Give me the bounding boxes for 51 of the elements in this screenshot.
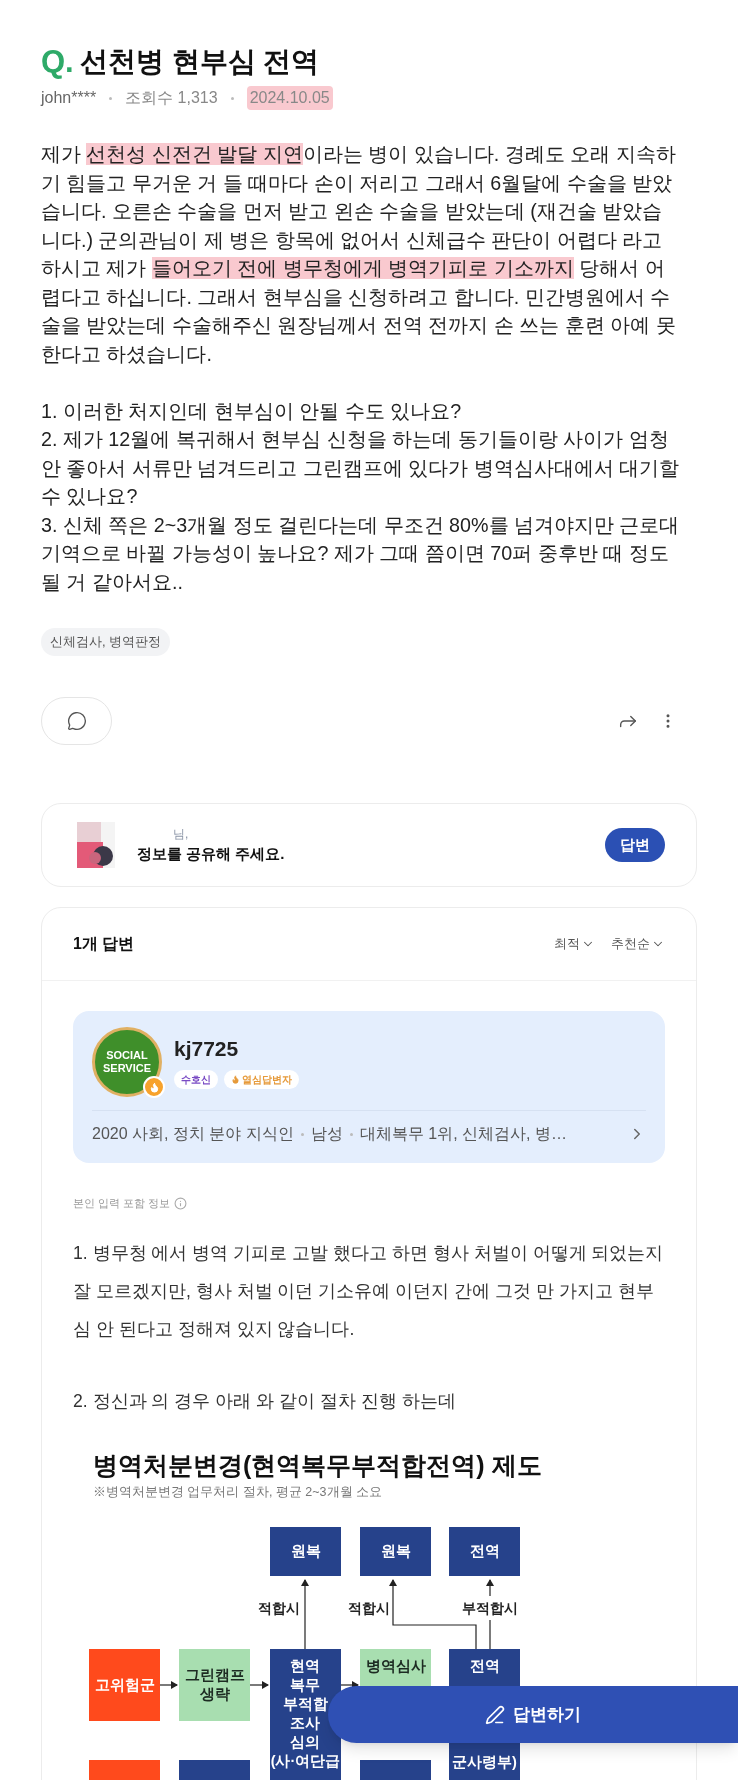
answer-paragraph: 2. 정신과 의 경우 아래 와 같이 절차 진행 하는데: [73, 1389, 457, 1413]
comment-icon: [66, 711, 87, 731]
question-item: 1. 이러한 처지인데 현부심이 안될 수도 있나요?: [41, 398, 463, 424]
sort-dropdown[interactable]: 최적: [554, 934, 595, 954]
flow-arrow: [340, 1681, 359, 1689]
flow-node: [179, 1760, 250, 1780]
profile-info: 대체복무 1위, 신체검사, 병…: [359, 1124, 567, 1144]
tag-chip[interactable]: 신체검사, 병역판정: [41, 628, 171, 656]
social-service-badge: SOCIAL SERVICE: [92, 1027, 162, 1097]
profile-info: 2020 사회, 정치 분야 지식인: [92, 1124, 294, 1144]
flow-node: [89, 1760, 160, 1780]
diagram-subtitle: ※병역처분변경 업무처리 절차, 평균 2~3개월 소요: [93, 1483, 384, 1501]
view-count: 조회수 1,313: [125, 88, 218, 108]
flow-label: 적합시: [258, 1599, 300, 1618]
question-item: 3. 신체 쪽은 2~3개월 정도 걸린다는데 무조건 80%를 넘겨야지만 근로대기역으로 바뀔 가능성이 높나요? 제가 그때 쯤이면 70퍼 중후반 때 정도 될 거 같아서요..: [41, 512, 681, 595]
flow-node: [360, 1760, 431, 1780]
profile-info: 남성: [310, 1124, 343, 1144]
answer-button[interactable]: 답변: [605, 828, 665, 862]
answer-count: 1개 답변: [73, 934, 135, 954]
flow-node: 현역 복무 부적합 조사 심의 (사·여단급: [270, 1649, 341, 1780]
fire-icon: [143, 1076, 165, 1098]
sort-dropdown[interactable]: 추천순: [611, 934, 665, 954]
answer-paragraph: 1. 병무청 에서 병역 기피로 고발 했다고 하면 형사 처벌이 어떻게 되었는지 잘 모르겠지만, 형사 처벌 이던 기소유예 이던지 간에 그것 만 가지고 현부심 안 된다고 정해져 있지 않습니다.: [73, 1241, 665, 1341]
flow-label: 적합시: [348, 1599, 390, 1618]
info-notice: 본인 입력 포함 정보: [73, 1196, 171, 1211]
flow-node: 원복: [360, 1527, 431, 1576]
question-paragraph: 제가 선천성 신전건 발달 지연 이라는 병이 있습니다. 경례도 오래 지속하기 힘들고 무거운 거 들 때마다 손이 저리고 그래서 6월달에 수술을 받았습니다. 오른손 수술을 먼저 받고 왼손 수술을 받았는데 (재건술 받았습니다.) 군의관님이 제 병은 항목에 없어서 신체급수 판단이 어렵다 라고 하시고 제가 들어오기 전에 병무청에게 병역기피로 기소까지 당해서 어렵다고 하십니다. 그래서 현부심을 신청하려고 합니다. 민간병원에서 수술을 받았는데 수술해주신 원장님께서 전역 전까지 손 쓰는 훈련 아예 못한다고 하셨습니다.: [41, 142, 677, 367]
author-name: john****: [41, 88, 97, 108]
diagram-title: 병역처분변경(현역복무부적합전역) 제도: [93, 1449, 543, 1480]
flow-node: 전역: [449, 1527, 520, 1576]
flow-node: 고위험군: [89, 1649, 160, 1721]
answerer-name: kj7725: [174, 1035, 240, 1062]
flow-arrow: [301, 1579, 309, 1650]
write-answer-button[interactable]: 답변하기: [328, 1686, 738, 1743]
user-greeting: 님,: [173, 825, 190, 843]
flow-node: 그린캠프 생략: [179, 1649, 250, 1721]
flame-icon: [231, 1074, 240, 1084]
question-item: 2. 제가 12월에 복귀해서 현부심 신청을 하는데 동기들이랑 사이가 엄청 안 좋아서 서류만 넘겨드리고 그린캠프에 있다가 병역심사대에서 대기할 수 있나요?: [41, 427, 681, 509]
question-title: 선천병 현부심 전역: [79, 45, 320, 79]
question-mark: Q.: [41, 42, 74, 81]
post-date: 2024.10.05: [246, 86, 333, 110]
flow-arrow: [249, 1681, 269, 1689]
share-message: 정보를 공유해 주세요.: [137, 843, 285, 864]
info-icon[interactable]: [174, 1196, 188, 1210]
flow-node: 원복: [270, 1527, 341, 1576]
rank-chip: 열심답변자: [224, 1069, 299, 1089]
flow-arrow: [159, 1681, 178, 1689]
rank-chip: 수호신: [174, 1069, 218, 1089]
pen-icon: [485, 1704, 505, 1725]
profile-card[interactable]: SOCIAL SERVICE kj7725 수호신 열심답변자 2020 사회, 정치 분야 지식인 남성 대체복무 1위, 신체검사, 병…: [73, 1011, 665, 1163]
flow-label: 부적합시: [462, 1599, 518, 1618]
